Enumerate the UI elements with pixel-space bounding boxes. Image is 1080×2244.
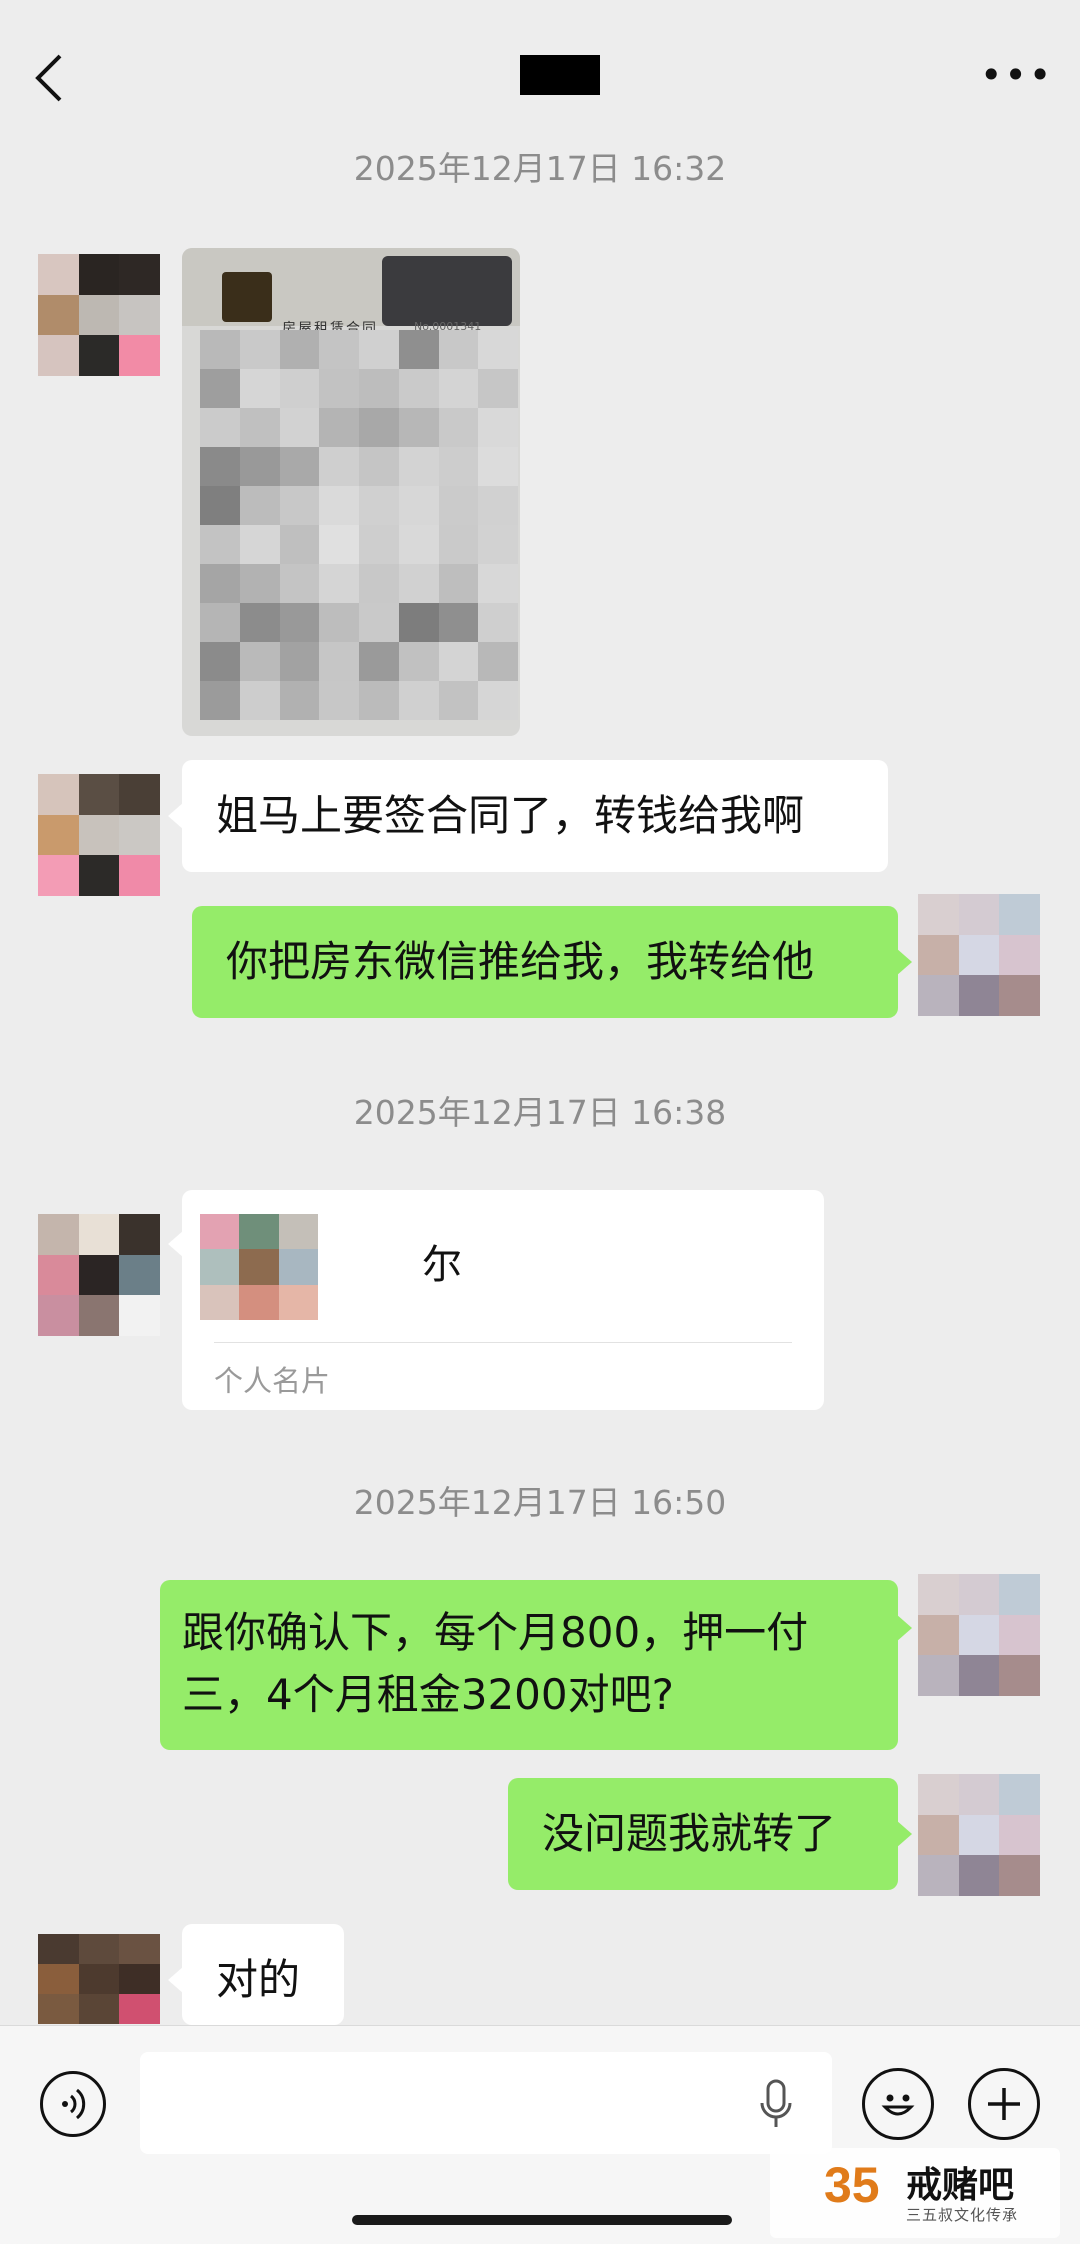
- timestamp: 2025年12月17日 16:38: [353, 1093, 727, 1132]
- bubble-tail: [168, 1966, 184, 1994]
- more-dots-icon: •••: [980, 53, 1054, 97]
- message-text: 对的: [216, 1955, 301, 2004]
- back-button[interactable]: [30, 48, 80, 108]
- emoji-button[interactable]: [862, 2068, 934, 2140]
- message-input[interactable]: [140, 2052, 832, 2154]
- bubble-tail: [168, 1230, 184, 1258]
- message-text-line1: 跟你确认下，每个月800，押一付: [182, 1608, 809, 1657]
- card-divider: [214, 1342, 792, 1343]
- watermark-brand: 戒赌吧: [906, 2165, 1015, 2206]
- message-bubble-outgoing[interactable]: 你把房东微信推给我，我转给他: [192, 906, 912, 1018]
- contact-avatar[interactable]: [38, 774, 160, 896]
- bubble-tail: [896, 1820, 912, 1848]
- message-text-line2: 三，4个月租金3200对吧?: [182, 1670, 674, 1719]
- plus-icon: [988, 2088, 1020, 2120]
- bubble-tail: [896, 948, 912, 976]
- my-avatar[interactable]: [918, 894, 1040, 1016]
- message-bubble-outgoing[interactable]: 没问题我就转了: [508, 1778, 912, 1890]
- message-text: 没问题我就转了: [542, 1809, 837, 1858]
- watermark: 35 戒赌吧 三五叔文化传承: [770, 2148, 1060, 2238]
- card-label: 个人名片: [214, 1364, 331, 1398]
- card-avatar: [200, 1214, 318, 1320]
- voice-icon: [62, 2088, 86, 2120]
- contract-image-message[interactable]: 房屋租赁合同 No.0001341: [182, 248, 520, 736]
- bubble-tail: [168, 802, 184, 830]
- home-indicator: [352, 2215, 732, 2225]
- pixelated-document: [200, 330, 518, 720]
- chat-title-redacted: [520, 55, 600, 95]
- more-button[interactable]: •••: [980, 56, 1051, 94]
- message-bubble-incoming[interactable]: 姐马上要签合同了，转钱给我啊: [168, 760, 888, 872]
- message-text: 你把房东微信推给我，我转给他: [226, 937, 815, 986]
- voice-toggle-button[interactable]: [40, 2071, 106, 2137]
- emoji-icon: [881, 2094, 915, 2116]
- contact-avatar[interactable]: [38, 1934, 160, 2024]
- more-actions-button[interactable]: [968, 2068, 1040, 2140]
- chevron-left-icon: [35, 54, 62, 102]
- message-text: 姐马上要签合同了，转钱给我啊: [216, 791, 805, 840]
- message-bubble-incoming[interactable]: 对的: [168, 1924, 344, 2025]
- watermark-tagline: 三五叔文化传承: [906, 2206, 1019, 2224]
- contact-card-message[interactable]: 尔 个人名片: [168, 1190, 824, 1410]
- timestamp: 2025年12月17日 16:32: [353, 149, 727, 188]
- bubble-tail: [896, 1614, 912, 1642]
- card-contact-name: 尔: [422, 1242, 462, 1288]
- contact-avatar[interactable]: [38, 1214, 160, 1336]
- message-bubble-outgoing[interactable]: 跟你确认下，每个月800，押一付 三，4个月租金3200对吧?: [160, 1580, 912, 1750]
- watermark-logo-number: 35: [824, 2157, 880, 2213]
- contact-avatar[interactable]: [38, 254, 160, 376]
- microphone-icon: [760, 2079, 792, 2127]
- my-avatar[interactable]: [918, 1774, 1040, 1896]
- microphone-button[interactable]: [756, 2077, 796, 2133]
- calculator-photo-area: [182, 248, 520, 326]
- timestamp: 2025年12月17日 16:50: [353, 1483, 727, 1522]
- my-avatar[interactable]: [918, 1574, 1040, 1696]
